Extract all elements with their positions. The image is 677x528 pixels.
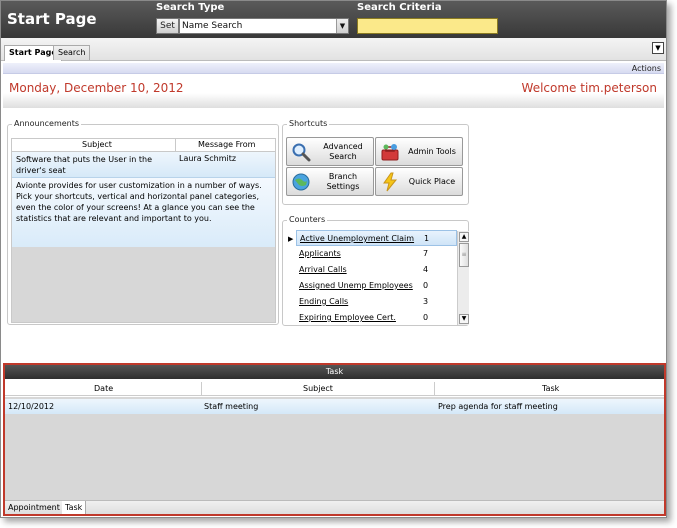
search-criteria-input[interactable] (357, 18, 498, 34)
task-panel-tabs: Appointment Task (5, 500, 664, 514)
current-date: Monday, December 10, 2012 (9, 81, 184, 95)
task-table-header: Date Subject Task (5, 382, 664, 396)
quick-place-label: Quick Place (408, 176, 456, 186)
counters-list: Active Unemployment Claim 1 Applicants 7… (296, 230, 469, 325)
counters-panel: Counters ▶ Active Unemployment Claim 1 A… (282, 215, 469, 326)
branch-settings-label: Branch Settings (326, 171, 360, 191)
counter-name[interactable]: Ending Calls (299, 297, 348, 306)
counter-row[interactable]: Arrival Calls 4 (296, 262, 457, 278)
counters-scrollbar[interactable]: ▲ ≡ ▼ (457, 231, 469, 325)
advanced-search-button[interactable]: Advanced Search (286, 137, 374, 166)
counter-value: 7 (423, 249, 429, 258)
search-type-value: Name Search (182, 21, 243, 31)
tab-search[interactable]: Search (53, 45, 91, 60)
column-header-subject[interactable]: Subject (303, 384, 333, 393)
task-panel-title: Task (5, 365, 664, 379)
tab-appointment[interactable]: Appointment (5, 501, 64, 514)
shortcuts-title: Shortcuts (287, 119, 330, 128)
column-header-date[interactable]: Date (94, 384, 113, 393)
globe-icon (292, 173, 310, 191)
announcement-row[interactable]: Software that puts the User in the drive… (12, 152, 275, 177)
column-divider (434, 382, 435, 395)
announcements-title: Announcements (12, 119, 82, 128)
announcement-message: Avionte provides for user customization … (16, 181, 262, 223)
counter-row[interactable]: Ending Calls 3 (296, 294, 457, 310)
actions-bar: Actions (3, 63, 664, 74)
table-row[interactable]: 12/10/2012 Staff meeting Prep agenda for… (5, 399, 664, 414)
task-description: Prep agenda for staff meeting (438, 402, 558, 411)
chevron-down-icon[interactable]: ▼ (336, 19, 348, 33)
counter-value: 4 (423, 265, 429, 274)
page-title: Start Page (7, 10, 97, 28)
counter-name[interactable]: Expiring Employee Cert. (299, 313, 396, 322)
admin-tools-button[interactable]: Admin Tools (375, 137, 463, 166)
counter-name[interactable]: Applicants (299, 249, 341, 258)
counter-name[interactable]: Arrival Calls (299, 265, 347, 274)
search-criteria-label: Search Criteria (357, 2, 442, 13)
counter-value: 3 (423, 297, 429, 306)
announcements-panel: Announcements Subject Message From Softw… (7, 119, 279, 325)
branch-settings-button[interactable]: Branch Settings (286, 167, 374, 196)
counter-value: 0 (423, 281, 429, 290)
announcements-header: Subject Message From (11, 138, 276, 152)
task-date: 12/10/2012 (8, 402, 55, 411)
counter-row[interactable]: Assigned Unemp Employees 0 (296, 278, 457, 294)
counter-row[interactable]: Active Unemployment Claim 1 (296, 230, 457, 246)
tab-menu-dropdown-icon[interactable]: ▼ (652, 42, 664, 54)
welcome-message: Welcome tim.peterson (521, 81, 657, 95)
scroll-up-icon[interactable]: ▲ (459, 232, 469, 242)
scroll-down-icon[interactable]: ▼ (459, 314, 469, 324)
counter-value: 0 (423, 313, 429, 322)
advanced-search-label: Advanced Search (323, 141, 363, 161)
tab-task[interactable]: Task (62, 501, 87, 514)
counter-value: 1 (424, 234, 430, 243)
announcement-subject: Software that puts the User in the drive… (16, 155, 153, 175)
quick-place-button[interactable]: Quick Place (375, 167, 463, 196)
scroll-thumb[interactable]: ≡ (459, 243, 469, 267)
actions-link[interactable]: Actions (632, 63, 661, 74)
task-subject: Staff meeting (204, 402, 259, 411)
column-header-subject[interactable]: Subject (82, 140, 112, 149)
tab-bar: Start Page Search ▼ (1, 38, 666, 61)
shortcuts-panel: Shortcuts Advanced Search Admin Tools Br (282, 119, 469, 205)
date-banner: Monday, December 10, 2012 Welcome tim.pe… (3, 75, 664, 108)
column-divider (201, 382, 202, 395)
app-header: Start Page Search Type Search Criteria S… (1, 1, 666, 38)
column-divider (175, 139, 176, 151)
counter-row[interactable]: Expiring Employee Cert. 0 (296, 310, 457, 325)
task-panel: Task Date Subject Task 12/10/2012 Staff … (3, 363, 666, 516)
counter-row[interactable]: Applicants 7 (296, 246, 457, 262)
counter-name[interactable]: Assigned Unemp Employees (299, 281, 413, 290)
set-button[interactable]: Set (156, 18, 179, 34)
announcements-list: Software that puts the User in the drive… (11, 152, 276, 323)
column-header-message-from[interactable]: Message From (198, 140, 255, 149)
row-selector-icon: ▶ (288, 235, 294, 243)
column-header-task[interactable]: Task (542, 384, 559, 393)
magnifier-icon (292, 143, 311, 162)
admin-tools-label: Admin Tools (408, 146, 456, 156)
lightning-icon (383, 172, 398, 192)
counters-title: Counters (287, 215, 328, 224)
search-type-select[interactable]: Name Search ▼ (179, 18, 349, 34)
search-type-label: Search Type (156, 2, 225, 13)
app-window: Start Page Search Type Search Criteria S… (0, 0, 667, 518)
announcement-message-row: Avionte provides for user customization … (12, 177, 275, 247)
counter-name[interactable]: Active Unemployment Claim (300, 234, 414, 243)
announcement-from: Laura Schmitz (179, 154, 237, 163)
toolbox-icon (381, 144, 399, 161)
task-table-body: 12/10/2012 Staff meeting Prep agenda for… (5, 397, 664, 500)
